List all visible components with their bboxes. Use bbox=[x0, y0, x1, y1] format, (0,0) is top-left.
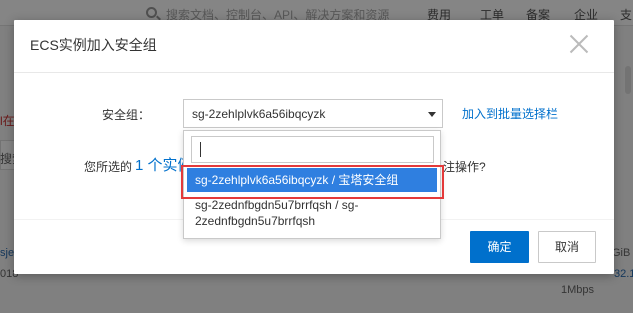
dialog-title: ECS实例加入安全组 bbox=[30, 37, 157, 53]
text-cursor bbox=[200, 142, 201, 157]
description-suffix: 注操作? bbox=[443, 160, 486, 174]
description-prefix: 您所选的 bbox=[84, 160, 133, 174]
ok-button[interactable]: 确定 bbox=[470, 231, 529, 263]
security-group-label: 安全组： bbox=[102, 108, 151, 122]
security-group-dropdown: sg-2zehlplvk6a56ibqcyzk / 宝塔安全组 sg-2zedn… bbox=[183, 130, 441, 239]
dropdown-option[interactable]: sg-2zednfbgdn5u7brrfqsh / sg-2zednfbgdn5… bbox=[187, 197, 437, 231]
caret-down-icon bbox=[428, 112, 436, 117]
select-value: sg-2zehlplvk6a56ibqcyzk bbox=[192, 107, 326, 121]
divider bbox=[14, 72, 614, 73]
dropdown-search-input[interactable] bbox=[191, 136, 434, 163]
close-icon[interactable] bbox=[568, 33, 590, 55]
security-group-select[interactable]: sg-2zehlplvk6a56ibqcyzk bbox=[183, 99, 443, 128]
dropdown-option[interactable]: sg-2zehlplvk6a56ibqcyzk / 宝塔安全组 bbox=[187, 168, 437, 192]
cancel-button[interactable]: 取消 bbox=[538, 231, 596, 263]
add-to-batch-link[interactable]: 加入到批量选择栏 bbox=[462, 105, 558, 122]
